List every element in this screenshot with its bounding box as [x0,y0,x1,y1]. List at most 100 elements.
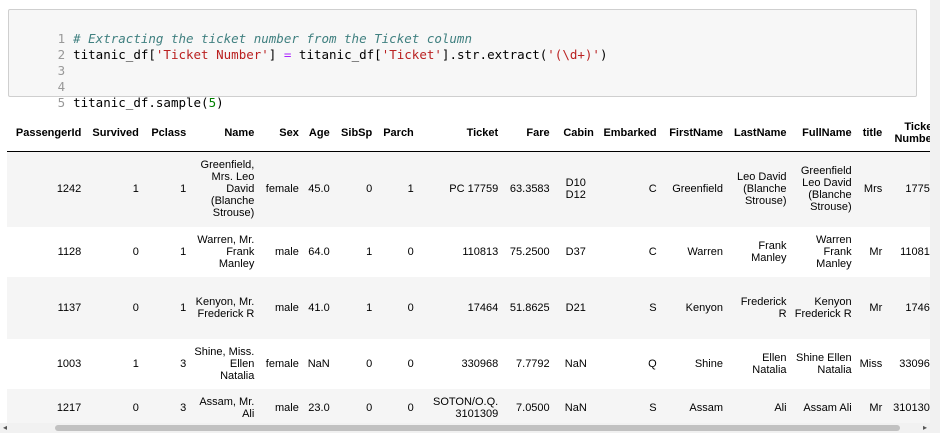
table-cell: 1 [142,151,191,227]
table-cell: Assam, Mr. Ali [190,388,259,427]
table-cell: 0 [333,338,377,389]
table-cell: 0 [376,276,418,339]
table-cell: 1217 [7,388,86,427]
table-cell: 330968 [417,338,503,389]
table-cell: 0 [85,388,143,427]
code-string: 'Ticket' [381,47,442,62]
table-cell: Greenfield Leo David (Blanche Strouse) [790,151,856,227]
table-cell: male [258,276,303,339]
table-cell: 64.0 [302,226,334,277]
table-cell: 0 [85,276,143,339]
table-cell: Shine [660,338,727,389]
table-cell: PC 17759 [417,151,503,227]
table-cell: 17464 [417,276,503,339]
table-cell: Warren, Mr. Frank Manley [190,226,259,277]
table-cell: NaN [553,388,598,427]
table-cell: female [258,151,303,227]
table-cell: 63.3583 [502,151,554,227]
table-cell: S [597,276,661,339]
scrollbar-thumb[interactable] [55,425,900,431]
table-cell: Kenyon Frederick R [790,276,856,339]
table-cell: 1 [142,226,191,277]
code-token: ].str.extract( [441,47,548,62]
table-cell: Warren [660,226,727,277]
scroll-left-icon[interactable]: ◂ [3,423,7,433]
column-header: FullName [790,115,856,152]
line-number: 5 [57,95,66,110]
table-cell: C [597,151,661,227]
table-cell: 1242 [7,151,86,227]
table-cell: 1128 [7,226,86,277]
table-cell: Mr [855,388,887,427]
scroll-right-icon[interactable]: ▸ [923,423,927,433]
table-cell: 1003 [7,338,86,389]
column-header: Embarked [597,115,661,152]
table-cell: Mr [855,226,887,277]
table-cell: 7.0500 [502,388,554,427]
table-cell: 23.0 [302,388,334,427]
table-cell: C [597,226,661,277]
table-cell: Assam [660,388,727,427]
code-token: titanic_df[ [73,47,156,62]
table-cell: 3 [142,388,191,427]
table-cell: NaN [302,338,334,389]
code-string: '(\d+)' [547,47,600,62]
code-line-1: 1 # Extracting the ticket number from the… [9,15,472,46]
table-cell: 3 [142,338,191,389]
code-string: 'Ticket Number' [155,47,269,62]
table-cell: 0 [376,388,418,427]
code-cell[interactable]: 1 # Extracting the ticket number from the… [8,9,917,110]
table-cell: Greenfield, Mrs. Leo David (Blanche Stro… [190,151,259,227]
column-header: PassengerId [7,115,86,152]
vertical-scrollbar[interactable] [930,0,940,433]
table-cell: S [597,388,661,427]
table-cell: female [258,338,303,389]
table-cell: SOTON/O.Q. 3101309 [417,388,503,427]
dataframe-table: PassengerId Survived Pclass Name Sex Age… [7,115,940,427]
table-cell: Mr [855,276,887,339]
table-cell: Ali [726,388,791,427]
column-header: Name [190,115,259,152]
column-header: SibSp [333,115,377,152]
table-row: 1217 0 3 Assam, Mr. Ali male 23.0 0 0 SO… [7,388,940,427]
code-token: ] [268,47,284,62]
table-row: 1242 1 1 Greenfield, Mrs. Leo David (Bla… [7,151,940,227]
table-cell: 0 [376,338,418,389]
table-cell: 0 [85,226,143,277]
column-header: Ticket [417,115,503,152]
table-cell: Shine Ellen Natalia [790,338,856,389]
table-cell: Ellen Natalia [726,338,791,389]
table-cell: 7.7792 [502,338,554,389]
table-cell: Warren Frank Manley [790,226,856,277]
table-cell: male [258,226,303,277]
code-token: titanic_df[ [291,47,382,62]
table-cell: D21 [553,276,598,339]
table-cell: 51.8625 [502,276,554,339]
table-cell: 45.0 [302,151,334,227]
code-line-3: 3 [9,47,66,78]
table-cell: Frederick R [726,276,791,339]
column-header: Age [302,115,334,152]
table-cell: 0 [376,226,418,277]
code-number: 5 [208,95,217,110]
table-cell: Shine, Miss. Ellen Natalia [190,338,259,389]
table-row: 1003 1 3 Shine, Miss. Ellen Natalia fema… [7,338,940,389]
table-cell: 75.2500 [502,226,554,277]
code-line-2: 2 titanic_df['Ticket Number'] = titanic_d… [9,31,608,62]
table-cell: Kenyon, Mr. Frederick R [190,276,259,339]
horizontal-scrollbar[interactable]: ◂ ▸ [0,423,930,433]
column-header: FirstName [660,115,727,152]
table-cell: D37 [553,226,598,277]
table-row: 1128 0 1 Warren, Mr. Frank Manley male 6… [7,226,940,277]
table-cell: 41.0 [302,276,334,339]
table-row: 1137 0 1 Kenyon, Mr. Frederick R male 41… [7,276,940,339]
column-header: title [855,115,887,152]
table-cell: male [258,388,303,427]
table-cell: Assam Ali [790,388,856,427]
table-cell: 0 [333,151,377,227]
table-cell: Miss [855,338,887,389]
column-header: Fare [502,115,554,152]
table-cell: Q [597,338,661,389]
table-header-row: PassengerId Survived Pclass Name Sex Age… [7,115,940,152]
code-line-5: 5 titanic_df.sample(5) [9,79,224,110]
